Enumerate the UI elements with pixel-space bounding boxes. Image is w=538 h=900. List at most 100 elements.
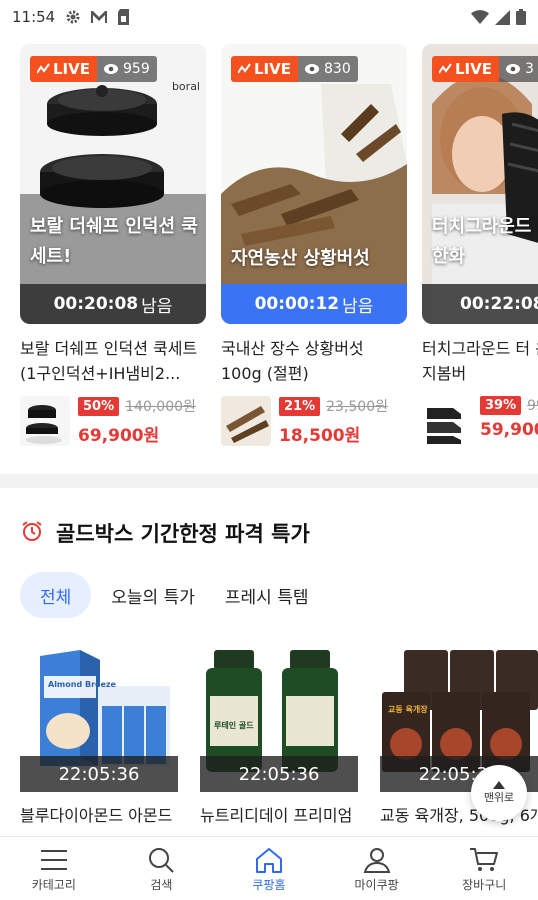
user-icon bbox=[363, 848, 390, 873]
live-label: LIVE bbox=[53, 60, 90, 78]
live-card[interactable]: LIVE 830 자연농산 상황버섯 00:00:12 남음 국내산 장수 상황… bbox=[221, 44, 407, 446]
nav-label: 장바구니 bbox=[462, 878, 507, 892]
timer-suffix: 남음 bbox=[141, 296, 173, 317]
live-card[interactable]: LIVE 3 터치그라운드 필수 방한화 00:22:08 터치그라운드 터 운… bbox=[422, 44, 538, 446]
goldbox-card[interactable]: Almond Breeze 22:05:36 블루다이아몬드 아몬드 bbox=[20, 646, 178, 828]
product-mini-thumb bbox=[221, 396, 271, 446]
live-commerce-strip[interactable]: boral LIVE 959 보랄 더쉐프 인덕션 쿡세트! 00:20:08 … bbox=[0, 44, 538, 464]
bottom-navigation: 카테고리 검색 쿠팡홈 마이쿠팡 장바구니 bbox=[0, 836, 538, 900]
nav-label: 카테고리 bbox=[31, 878, 76, 892]
product-name[interactable]: 블루다이아몬드 아몬드 bbox=[20, 804, 178, 828]
nav-label: 마이쿠팡 bbox=[354, 878, 399, 892]
discount-badge: 39% bbox=[480, 396, 522, 415]
original-price: 23,500원 bbox=[326, 399, 388, 415]
live-thumbnail[interactable]: boral LIVE 959 보랄 더쉐프 인덕션 쿡세트! 00:20:08 … bbox=[20, 44, 206, 324]
sale-price: 59,900 bbox=[480, 420, 538, 440]
product-name[interactable]: 뉴트리디데이 프리미엄 bbox=[200, 804, 358, 828]
timer-value: 00:20:08 bbox=[53, 294, 139, 314]
product-mini-thumb bbox=[20, 396, 70, 446]
nav-category[interactable]: 카테고리 bbox=[0, 837, 108, 900]
product-mini-thumb bbox=[422, 396, 472, 446]
live-timer: 00:20:08 남음 bbox=[20, 284, 206, 324]
live-timer: 00:22:08 bbox=[422, 284, 538, 324]
goldbox-header: 골드박스 기간한정 파격 특가 bbox=[20, 518, 310, 548]
tab-all[interactable]: 전체 bbox=[20, 572, 92, 618]
viewer-count: 959 bbox=[123, 61, 150, 77]
live-thumbnail[interactable]: LIVE 830 자연농산 상황버섯 00:00:12 남음 bbox=[221, 44, 407, 324]
live-overlay-title: 보랄 더쉐프 인덕션 쿡세트! bbox=[30, 216, 198, 267]
product-name[interactable]: 보랄 더쉐프 인덕션 쿡세트(1구인덕션+IH냄비2... bbox=[20, 336, 206, 386]
battery-icon bbox=[516, 9, 526, 25]
tab-fresh-items[interactable]: 프레시 특템 bbox=[215, 572, 319, 618]
nav-label: 검색 bbox=[150, 878, 173, 892]
sale-price: 18,500원 bbox=[279, 426, 361, 446]
wifi-icon bbox=[471, 10, 489, 24]
pack-label: Almond Breeze bbox=[48, 680, 116, 689]
live-label: LIVE bbox=[455, 60, 492, 78]
goldbox-product-strip[interactable]: Almond Breeze 22:05:36 블루다이아몬드 아몬드 루테인 골… bbox=[0, 646, 538, 836]
live-timer: 00:00:12 남음 bbox=[221, 284, 407, 324]
timer-suffix: 남음 bbox=[342, 296, 374, 317]
viewer-count: 830 bbox=[324, 61, 351, 77]
viewer-count-badge: 830 bbox=[298, 56, 358, 82]
eye-icon bbox=[104, 64, 118, 74]
pulse-icon bbox=[238, 62, 251, 74]
pulse-icon bbox=[439, 62, 452, 74]
goldbox-thumbnail[interactable]: Almond Breeze 22:05:36 bbox=[20, 646, 178, 792]
goldbox-title: 골드박스 기간한정 파격 특가 bbox=[56, 522, 310, 546]
viewer-count-badge: 959 bbox=[97, 56, 157, 82]
viewer-count: 3 bbox=[525, 61, 534, 77]
alarm-clock-icon bbox=[20, 519, 44, 547]
search-icon bbox=[149, 848, 175, 873]
goldbox-filter-tabs: 전체 오늘의 특가 프레시 특템 bbox=[20, 572, 319, 618]
goldbox-timer: 22:05:36 bbox=[200, 756, 358, 792]
cart-icon bbox=[470, 848, 499, 871]
nav-my-coupang[interactable]: 마이쿠팡 bbox=[323, 837, 431, 900]
goldbox-thumbnail[interactable]: 루테인 골드 22:05:36 bbox=[200, 646, 358, 792]
live-overlay-title: 터치그라운드 필수 방한화 bbox=[432, 216, 538, 267]
pack-label: 교동 육개장 bbox=[388, 705, 428, 714]
product-name[interactable]: 터치그라운드 터 운드 빈티지봄버 bbox=[422, 336, 538, 386]
bottle-label: 루테인 골드 bbox=[214, 721, 254, 730]
sim-card-icon bbox=[117, 9, 130, 25]
tab-today-deals[interactable]: 오늘의 특가 bbox=[107, 572, 199, 618]
product-name[interactable]: 국내산 장수 상황버섯 100g (절편) bbox=[221, 336, 407, 386]
live-overlay-title: 자연농산 상황버섯 bbox=[231, 248, 370, 269]
menu-icon bbox=[40, 850, 67, 870]
timer-value: 00:00:12 bbox=[254, 294, 340, 314]
mushroom-image bbox=[221, 44, 407, 324]
section-divider bbox=[0, 474, 538, 488]
live-thumbnail[interactable]: LIVE 3 터치그라운드 필수 방한화 00:22:08 bbox=[422, 44, 538, 324]
brand-logo: boral bbox=[171, 80, 200, 93]
live-label: LIVE bbox=[254, 60, 291, 78]
nav-label: 쿠팡홈 bbox=[252, 878, 286, 892]
live-badge: LIVE bbox=[30, 56, 97, 82]
scroll-to-top-label: 맨위로 bbox=[483, 791, 515, 804]
original-price: 140,000원 bbox=[125, 399, 196, 415]
gear-icon bbox=[65, 9, 81, 25]
live-card[interactable]: boral LIVE 959 보랄 더쉐프 인덕션 쿡세트! 00:20:08 … bbox=[20, 44, 206, 446]
nav-search[interactable]: 검색 bbox=[108, 837, 216, 900]
pulse-icon bbox=[37, 62, 50, 74]
mail-icon bbox=[90, 10, 108, 24]
scroll-to-top-button[interactable]: 맨위로 bbox=[471, 765, 527, 821]
nav-home[interactable]: 쿠팡홈 bbox=[215, 837, 323, 900]
sale-price: 69,900원 bbox=[78, 426, 160, 446]
discount-badge: 21% bbox=[279, 396, 321, 416]
status-time: 11:54 bbox=[12, 8, 56, 26]
live-badge: LIVE bbox=[432, 56, 499, 82]
model-boots-image bbox=[422, 44, 538, 324]
live-badge: LIVE bbox=[231, 56, 298, 82]
status-bar: 11:54 bbox=[0, 0, 538, 34]
goldbox-timer: 22:05:36 bbox=[20, 756, 178, 792]
eye-icon bbox=[506, 64, 520, 74]
discount-badge: 50% bbox=[78, 396, 120, 416]
goldbox-card[interactable]: 루테인 골드 22:05:36 뉴트리디데이 프리미엄 bbox=[200, 646, 358, 828]
timer-value: 00:22:08 bbox=[460, 294, 538, 314]
nav-cart[interactable]: 장바구니 bbox=[430, 837, 538, 900]
signal-icon bbox=[495, 9, 510, 25]
eye-icon bbox=[305, 64, 319, 74]
home-icon bbox=[255, 848, 282, 873]
original-price: 99 bbox=[527, 397, 538, 414]
viewer-count-badge: 3 bbox=[499, 56, 538, 82]
